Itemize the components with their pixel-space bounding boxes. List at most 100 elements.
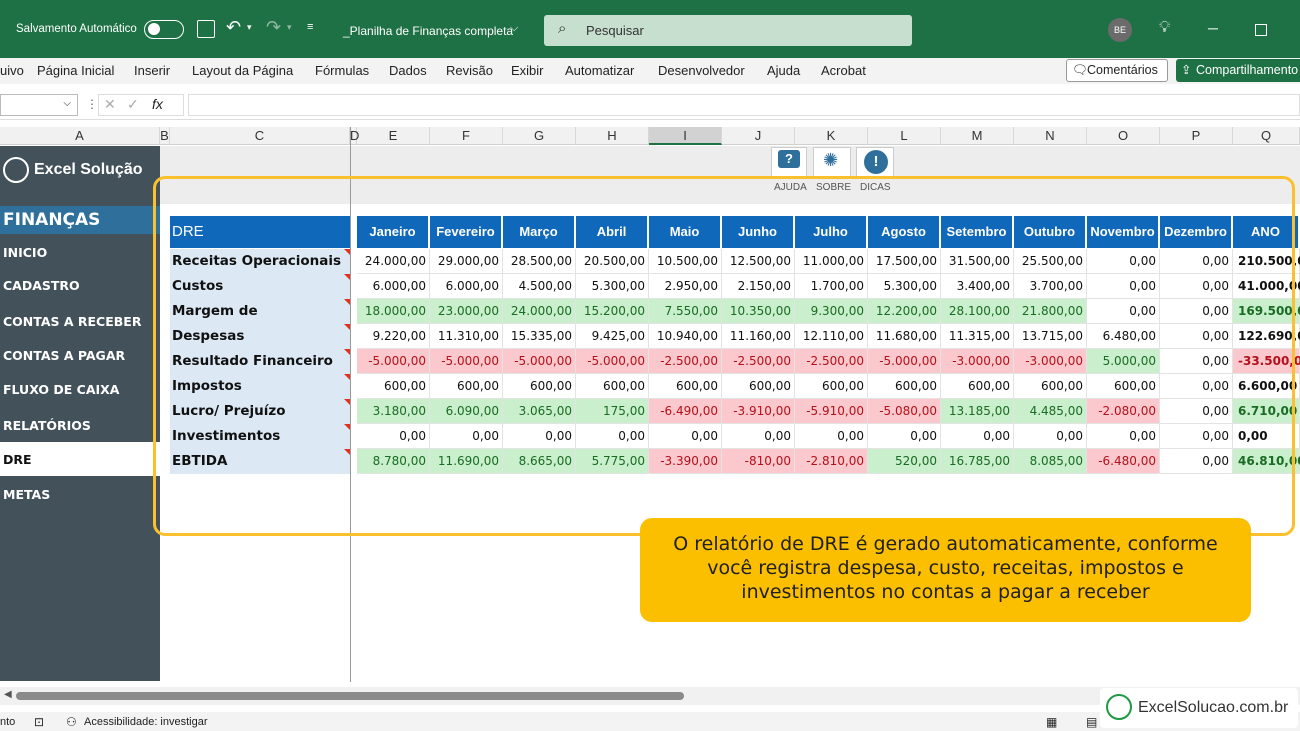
value-cell[interactable]: 12.110,00 bbox=[795, 324, 868, 349]
column-header[interactable]: F bbox=[430, 127, 503, 145]
sidebar-item-dre[interactable]: DRE bbox=[3, 452, 32, 467]
help-button[interactable]: ? bbox=[771, 147, 807, 177]
value-cell[interactable]: -3.390,00 bbox=[649, 449, 722, 474]
value-cell[interactable]: -6.480,00 bbox=[1087, 449, 1160, 474]
value-cell[interactable]: 5.300,00 bbox=[576, 274, 649, 299]
restore-icon[interactable] bbox=[1255, 24, 1267, 36]
value-cell[interactable]: 0,00 bbox=[430, 424, 503, 449]
sidebar-item-cadastro[interactable]: CADASTRO bbox=[3, 278, 80, 293]
value-cell[interactable]: -3.000,00 bbox=[941, 349, 1014, 374]
value-cell[interactable]: 28.100,00 bbox=[941, 299, 1014, 324]
accessibility-status[interactable]: Acessibilidade: investigar bbox=[84, 716, 208, 728]
value-cell[interactable]: 0,00 bbox=[1160, 374, 1233, 399]
row-label[interactable]: Margem de Contribuição bbox=[170, 299, 350, 344]
value-cell[interactable]: 11.690,00 bbox=[430, 449, 503, 474]
value-cell[interactable]: 10.350,00 bbox=[722, 299, 795, 324]
value-cell[interactable]: 21.800,00 bbox=[1014, 299, 1087, 324]
value-cell[interactable]: 24.000,00 bbox=[357, 249, 430, 274]
year-total-cell[interactable]: 169.500,00 bbox=[1233, 299, 1300, 324]
sidebar-item-fluxo-de-caixa[interactable]: FLUXO DE CAIXA bbox=[3, 382, 119, 397]
value-cell[interactable]: -6.490,00 bbox=[649, 399, 722, 424]
value-cell[interactable]: 12.200,00 bbox=[868, 299, 941, 324]
value-cell[interactable]: 6.090,00 bbox=[430, 399, 503, 424]
year-total-cell[interactable]: 0,00 bbox=[1233, 424, 1300, 449]
value-cell[interactable]: 4.500,00 bbox=[503, 274, 576, 299]
value-cell[interactable]: 31.500,00 bbox=[941, 249, 1014, 274]
value-cell[interactable]: 0,00 bbox=[1087, 274, 1160, 299]
value-cell[interactable]: 0,00 bbox=[1014, 424, 1087, 449]
undo-icon[interactable]: ↶ bbox=[226, 17, 241, 38]
value-cell[interactable]: -2.810,00 bbox=[795, 449, 868, 474]
formula-input[interactable] bbox=[188, 94, 1300, 116]
value-cell[interactable]: 0,00 bbox=[1087, 249, 1160, 274]
value-cell[interactable]: 11.000,00 bbox=[795, 249, 868, 274]
value-cell[interactable]: 8.780,00 bbox=[357, 449, 430, 474]
value-cell[interactable]: 0,00 bbox=[1160, 449, 1233, 474]
redo-icon[interactable]: ↷ bbox=[266, 17, 281, 38]
row-label[interactable]: Investimentos bbox=[170, 424, 350, 449]
value-cell[interactable]: 0,00 bbox=[1160, 399, 1233, 424]
minimize-icon[interactable]: ─ bbox=[1208, 20, 1218, 36]
menu-file[interactable]: uivo bbox=[0, 63, 24, 78]
value-cell[interactable]: -5.000,00 bbox=[868, 349, 941, 374]
column-header[interactable]: L bbox=[868, 127, 941, 145]
column-header[interactable]: M bbox=[941, 127, 1014, 145]
column-header[interactable]: O bbox=[1087, 127, 1160, 145]
column-header-selected[interactable]: I bbox=[649, 127, 722, 145]
value-cell[interactable]: 29.000,00 bbox=[430, 249, 503, 274]
menu-acrobat[interactable]: Acrobat bbox=[821, 63, 866, 78]
value-cell[interactable]: 0,00 bbox=[1087, 424, 1160, 449]
value-cell[interactable]: 6.480,00 bbox=[1087, 324, 1160, 349]
value-cell[interactable]: 600,00 bbox=[503, 374, 576, 399]
sidebar-item-relatorios[interactable]: RELATÓRIOS bbox=[3, 418, 91, 433]
value-cell[interactable]: 0,00 bbox=[357, 424, 430, 449]
value-cell[interactable]: 1.700,00 bbox=[795, 274, 868, 299]
value-cell[interactable]: 3.065,00 bbox=[503, 399, 576, 424]
value-cell[interactable]: 0,00 bbox=[941, 424, 1014, 449]
value-cell[interactable]: -3.910,00 bbox=[722, 399, 795, 424]
value-cell[interactable]: 9.220,00 bbox=[357, 324, 430, 349]
accessibility-icon[interactable]: ⚇ bbox=[66, 715, 77, 729]
column-header[interactable]: H bbox=[576, 127, 649, 145]
value-cell[interactable]: 3.400,00 bbox=[941, 274, 1014, 299]
value-cell[interactable]: 11.680,00 bbox=[868, 324, 941, 349]
menu-automate[interactable]: Automatizar bbox=[565, 63, 634, 78]
value-cell[interactable]: 2.150,00 bbox=[722, 274, 795, 299]
column-header[interactable]: C bbox=[170, 127, 350, 145]
undo-dropdown-icon[interactable]: ▾ bbox=[247, 22, 252, 33]
value-cell[interactable]: 18.000,00 bbox=[357, 299, 430, 324]
value-cell[interactable]: 600,00 bbox=[795, 374, 868, 399]
value-cell[interactable]: 20.500,00 bbox=[576, 249, 649, 274]
value-cell[interactable]: -2.080,00 bbox=[1087, 399, 1160, 424]
value-cell[interactable]: 0,00 bbox=[1087, 299, 1160, 324]
save-icon[interactable] bbox=[197, 20, 215, 38]
value-cell[interactable]: 13.185,00 bbox=[941, 399, 1014, 424]
sidebar-item-inicio[interactable]: INICIO bbox=[3, 245, 47, 260]
year-total-cell[interactable]: 6.710,00 bbox=[1233, 399, 1300, 424]
value-cell[interactable]: -810,00 bbox=[722, 449, 795, 474]
menu-view[interactable]: Exibir bbox=[511, 63, 544, 78]
row-label[interactable]: Lucro/ Prejuízo bbox=[170, 399, 350, 424]
scroll-thumb[interactable] bbox=[16, 692, 684, 700]
value-cell[interactable]: -5.000,00 bbox=[576, 349, 649, 374]
value-cell[interactable]: 10.940,00 bbox=[649, 324, 722, 349]
row-label[interactable]: Despesas bbox=[170, 324, 350, 349]
column-header[interactable]: J bbox=[722, 127, 795, 145]
menu-insert[interactable]: Inserir bbox=[134, 63, 170, 78]
value-cell[interactable]: 0,00 bbox=[1160, 349, 1233, 374]
lightbulb-icon[interactable]: 💡︎ bbox=[1159, 19, 1170, 37]
value-cell[interactable]: -2.500,00 bbox=[649, 349, 722, 374]
value-cell[interactable]: 0,00 bbox=[1160, 424, 1233, 449]
value-cell[interactable]: 0,00 bbox=[1160, 249, 1233, 274]
value-cell[interactable]: -5.000,00 bbox=[503, 349, 576, 374]
value-cell[interactable]: 600,00 bbox=[941, 374, 1014, 399]
page-layout-icon[interactable]: ▤ bbox=[1086, 715, 1097, 729]
menu-developer[interactable]: Desenvolvedor bbox=[658, 63, 745, 78]
value-cell[interactable]: 13.715,00 bbox=[1014, 324, 1087, 349]
value-cell[interactable]: 600,00 bbox=[1014, 374, 1087, 399]
share-button[interactable]: ⇪ Compartilhamento bbox=[1176, 59, 1300, 82]
column-header[interactable]: G bbox=[503, 127, 576, 145]
value-cell[interactable]: 3.700,00 bbox=[1014, 274, 1087, 299]
value-cell[interactable]: -5.000,00 bbox=[430, 349, 503, 374]
menu-page-layout[interactable]: Layout da Página bbox=[192, 63, 293, 78]
